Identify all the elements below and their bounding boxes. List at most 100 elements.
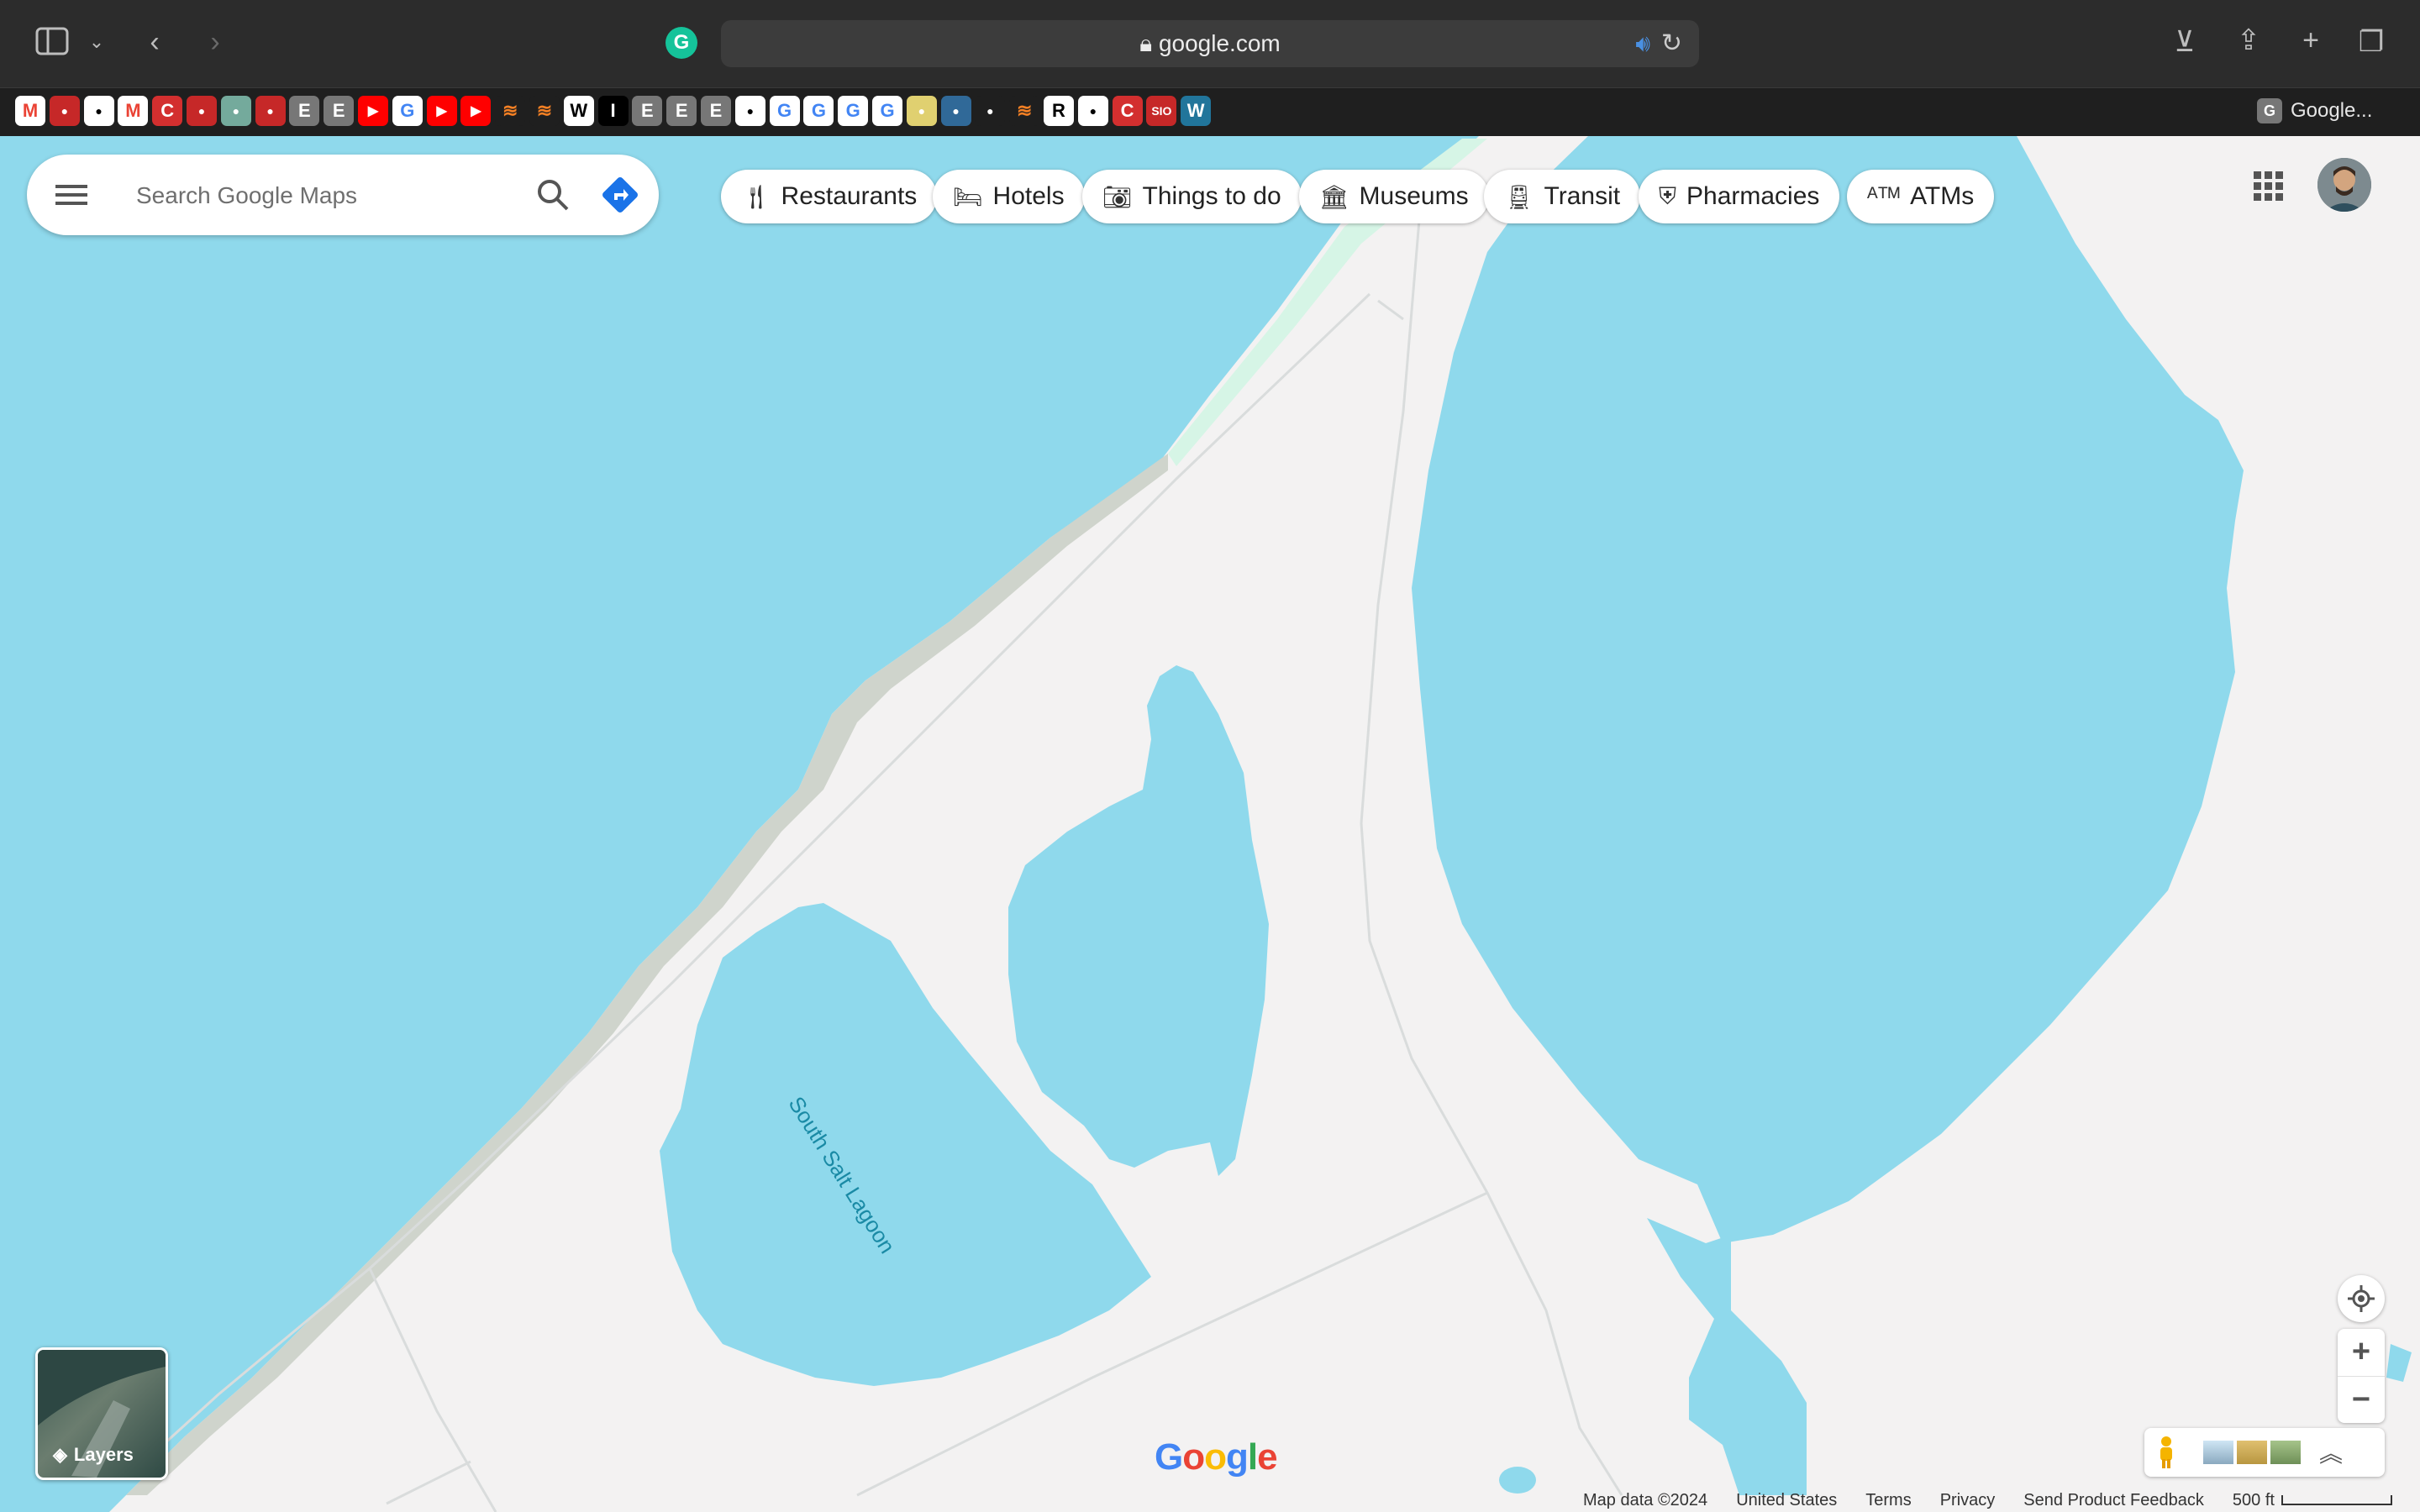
country-link[interactable]: United States [1736, 1491, 1837, 1510]
speaker-icon[interactable]: 🔊︎ [1635, 30, 1650, 58]
chip-label: Things to do [1142, 182, 1281, 210]
my-location-button[interactable] [2338, 1275, 2385, 1322]
bookmark-tab-label: Google... [2291, 99, 2373, 122]
bed-icon: 🛏︎ [953, 183, 983, 210]
thumbnail-icon[interactable] [2270, 1441, 2301, 1464]
tab-overview-icon[interactable]: ❐ [2353, 25, 2390, 59]
search-icon[interactable] [534, 176, 571, 213]
bookmark-e-icon[interactable]: E [289, 96, 320, 126]
bookmark-i-icon[interactable]: I [597, 96, 629, 126]
map-canvas[interactable] [0, 136, 2420, 1512]
terms-link[interactable]: Terms [1865, 1491, 1911, 1510]
bookmark-e-icon[interactable]: E [666, 96, 697, 126]
chip-pharmacies[interactable]: ⛨ Pharmacies [1639, 170, 1840, 223]
chip-atms[interactable]: ᴬᵀᴹ ATMs [1847, 170, 1995, 223]
avatar[interactable] [2317, 158, 2371, 212]
chip-label: Hotels [992, 182, 1065, 210]
bookmark-google-icon[interactable]: G [872, 96, 902, 126]
google-tab-icon: G [2257, 98, 2282, 123]
zoom-in-button[interactable]: + [2338, 1329, 2385, 1376]
bookmark-stackoverflow-icon[interactable]: ≋ [495, 96, 526, 126]
bookmark-bookmark-icon[interactable]: ● [49, 96, 80, 126]
layers-button[interactable]: ◈ Layers [35, 1347, 168, 1480]
train-icon: 🚆︎ [1504, 183, 1534, 210]
bookmark-wikipedia-icon[interactable]: W [563, 96, 594, 126]
share-icon[interactable]: ⇪ [2230, 24, 2267, 57]
map-data-text: Map data ©2024 [1583, 1490, 1708, 1509]
bookmark-e-icon[interactable]: E [632, 96, 663, 126]
chip-things-to-do[interactable]: 📷︎ Things to do [1082, 170, 1302, 223]
bookmark-youtube-icon[interactable]: ▶ [358, 96, 388, 126]
street-view-panel: ︽ [2144, 1428, 2385, 1477]
pegman-icon[interactable] [2144, 1428, 2188, 1477]
camera-icon: 📷︎ [1102, 183, 1133, 210]
lock-icon: 🔒︎ [1139, 30, 1159, 56]
bookmark-diamond-icon[interactable]: ● [734, 96, 765, 126]
forward-icon[interactable]: › [198, 25, 232, 59]
google-logo: Google [1155, 1436, 1278, 1478]
bookmark-e-icon[interactable]: E [701, 96, 731, 126]
zoom-out-button[interactable]: − [2338, 1375, 2385, 1424]
chip-restaurants[interactable]: 🍴︎ Restaurants [721, 170, 938, 223]
reload-icon[interactable]: ↻ [1661, 29, 1682, 58]
chip-label: Restaurants [781, 182, 918, 210]
grammarly-icon[interactable]: G [666, 27, 697, 59]
bookmark-gmail-icon[interactable]: M [15, 96, 45, 126]
scale-bar[interactable]: 500 ft [2233, 1491, 2392, 1510]
chip-museums[interactable]: 🏛︎ Museums [1299, 170, 1489, 223]
bookmark-google-icon[interactable]: G [769, 96, 800, 126]
search-input[interactable] [134, 173, 508, 218]
layers-icon: ◈ [53, 1444, 67, 1465]
apps-grid-icon[interactable] [2250, 168, 2287, 205]
download-icon[interactable]: ⊻ [2166, 25, 2203, 59]
bookmark-youtube-icon[interactable]: ▶ [426, 96, 457, 126]
bookmark-c-icon[interactable]: C [152, 96, 183, 126]
chevron-down-icon[interactable]: ⌄ [84, 25, 109, 59]
chip-label: ATMs [1910, 182, 1975, 210]
url-text: 🔒︎ google.com [1139, 30, 1281, 56]
thumbnail-icon[interactable] [2203, 1441, 2233, 1464]
new-tab-icon[interactable]: + [2292, 24, 2329, 57]
chip-label: Museums [1359, 182, 1469, 210]
bookmark-bookmark-icon[interactable]: ● [255, 96, 286, 126]
bookmark-google-icon[interactable]: G [838, 96, 869, 126]
fork-knife-icon: 🍴︎ [741, 183, 771, 210]
bookmark-wordpress-icon[interactable]: W [1181, 96, 1212, 126]
thumbnail-icon[interactable] [2237, 1441, 2267, 1464]
layers-label: ◈ Layers [53, 1444, 134, 1465]
bookmark-python-icon[interactable]: ● [940, 96, 971, 126]
bookmark-stackoverflow-icon[interactable]: ≋ [1009, 96, 1040, 126]
bookmark-circle-icon[interactable]: ● [906, 96, 937, 126]
bookmark-r-icon[interactable]: R [1044, 96, 1074, 126]
bookmark-chart-icon[interactable]: ● [1077, 96, 1108, 126]
bookmark-sio-icon[interactable]: SIO [1146, 96, 1177, 126]
directions-icon[interactable] [600, 175, 640, 215]
bookmark-google-icon[interactable]: G [392, 96, 423, 126]
pharmacy-icon: ⛨ [1659, 182, 1677, 209]
bookmark-google-icon[interactable]: G [803, 96, 834, 126]
chip-hotels[interactable]: 🛏︎ Hotels [933, 170, 1085, 223]
crosshair-icon [2348, 1285, 2375, 1312]
menu-icon[interactable] [55, 180, 89, 210]
bookmark-bookmark-icon[interactable]: ● [187, 96, 217, 126]
back-icon[interactable]: ‹ [138, 25, 171, 59]
sidebar-toggle-icon[interactable] [34, 27, 71, 63]
bookmark-gmail-icon[interactable]: M [118, 96, 149, 126]
small-pond [1499, 1467, 1536, 1494]
expand-icon[interactable]: ︽ [2319, 1436, 2343, 1469]
bookmark-tab-google[interactable]: G Google... [2257, 94, 2408, 128]
bookmark-video-icon[interactable]: ● [83, 96, 114, 126]
feedback-link[interactable]: Send Product Feedback [2023, 1491, 2204, 1510]
chip-transit[interactable]: 🚆︎ Transit [1484, 170, 1641, 223]
address-bar[interactable]: 🔒︎ google.com 🔊︎ ↻ [721, 20, 1699, 67]
privacy-link[interactable]: Privacy [1940, 1491, 1996, 1510]
bookmark-github-icon[interactable]: ● [975, 96, 1006, 126]
bookmark-e-icon[interactable]: E [324, 96, 355, 126]
browser-toolbar: ⌄ ‹ › G 🔒︎ google.com 🔊︎ ↻ ⊻ ⇪ + ❐ [0, 0, 2420, 87]
bookmark-c-icon[interactable]: C [1112, 96, 1143, 126]
bookmark-stackoverflow-icon[interactable]: ≋ [529, 96, 560, 126]
bookmark-youtube-icon[interactable]: ▶ [460, 96, 492, 126]
bookmark-openai-icon[interactable]: ● [220, 96, 251, 126]
scale-line [2281, 1495, 2392, 1505]
chip-label: Pharmacies [1686, 182, 1820, 210]
